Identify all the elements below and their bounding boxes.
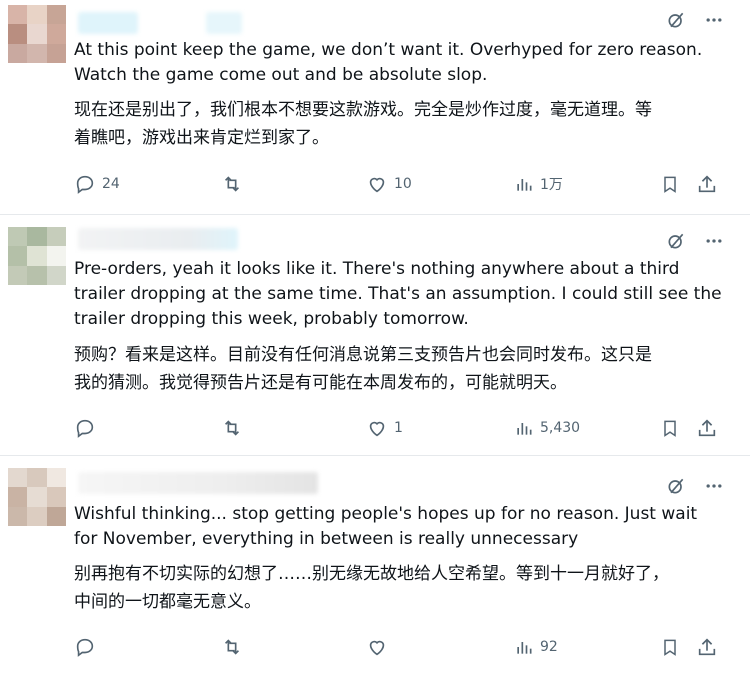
grok-icon[interactable] (664, 229, 688, 253)
more-icon[interactable] (702, 229, 726, 253)
author-name-blurred[interactable] (78, 228, 238, 250)
post-text-cn: 现在还是别出了，我们根本不想要这款游戏。完全是炒作过度，毫无道理。等 着瞧吧，游… (74, 100, 652, 148)
author-name-blurred[interactable] (78, 12, 138, 34)
author-name-blurred[interactable] (78, 472, 318, 494)
retweet-button[interactable] (220, 417, 244, 439)
reply-button[interactable] (74, 636, 96, 658)
bookmark-button[interactable] (660, 173, 680, 195)
views-button[interactable]: 5,430 (514, 417, 580, 439)
bookmark-icon (664, 176, 676, 193)
avatar[interactable] (8, 227, 66, 285)
like-icon (369, 177, 385, 193)
grok-icon[interactable] (664, 474, 688, 498)
share-icon (698, 175, 716, 193)
views-button[interactable]: 92 (514, 636, 558, 658)
reply-button[interactable] (74, 417, 96, 439)
retweet-icon (224, 176, 240, 192)
reply-icon (76, 419, 94, 438)
like-count: 1 (394, 420, 403, 436)
like-button[interactable]: 1 (366, 417, 403, 439)
grok-icon[interactable] (664, 8, 688, 32)
views-count: 92 (540, 639, 558, 655)
post-text-en: Wishful thinking... stop getting people'… (74, 504, 698, 549)
share-icon (698, 419, 716, 437)
post-1[interactable]: At this point keep the game, we don’t wa… (0, 0, 750, 215)
author-handle-blurred[interactable] (206, 12, 242, 34)
bookmark-button[interactable] (660, 636, 680, 658)
reply-count: 24 (102, 176, 120, 192)
retweet-icon (224, 639, 240, 655)
views-button[interactable]: 1万 (514, 173, 563, 195)
views-icon (517, 423, 532, 435)
share-icon (698, 638, 716, 656)
reply-icon (76, 175, 94, 194)
post-text-en: Pre-orders, yeah it looks like it. There… (74, 259, 722, 329)
views-icon (517, 642, 532, 654)
bookmark-icon (664, 420, 676, 437)
like-count: 10 (394, 176, 412, 192)
post-text-en: At this point keep the game, we don’t wa… (74, 40, 703, 85)
share-button[interactable] (696, 417, 718, 439)
views-count: 5,430 (540, 420, 581, 436)
like-icon (369, 421, 385, 437)
post-text-cn: 别再抱有不切实际的幻想了……别无缘无故地给人空希望。等到十一月就好了， 中间的一… (74, 564, 669, 612)
avatar[interactable] (8, 5, 66, 63)
views-count: 1万 (540, 177, 563, 193)
retweet-button[interactable] (220, 173, 244, 195)
bookmark-icon (664, 639, 676, 656)
post-2[interactable]: Pre-orders, yeah it looks like it. There… (0, 215, 750, 455)
post-text-cn: 预购？看来是这样。目前没有任何消息说第三支预告片也会同时发布。这只是 我的猜测。… (74, 345, 652, 393)
like-icon (369, 640, 385, 656)
reply-button[interactable]: 24 (74, 173, 120, 195)
share-button[interactable] (696, 173, 718, 195)
more-icon[interactable] (702, 8, 726, 32)
avatar[interactable] (8, 468, 66, 526)
post-3[interactable]: Wishful thinking... stop getting people'… (0, 456, 750, 685)
like-button[interactable] (366, 636, 388, 658)
bookmark-button[interactable] (660, 417, 680, 439)
reply-icon (76, 638, 94, 657)
share-button[interactable] (696, 636, 718, 658)
retweet-button[interactable] (220, 636, 244, 658)
more-icon[interactable] (702, 474, 726, 498)
retweet-icon (224, 420, 240, 436)
views-icon (517, 179, 532, 191)
like-button[interactable]: 10 (366, 173, 412, 195)
